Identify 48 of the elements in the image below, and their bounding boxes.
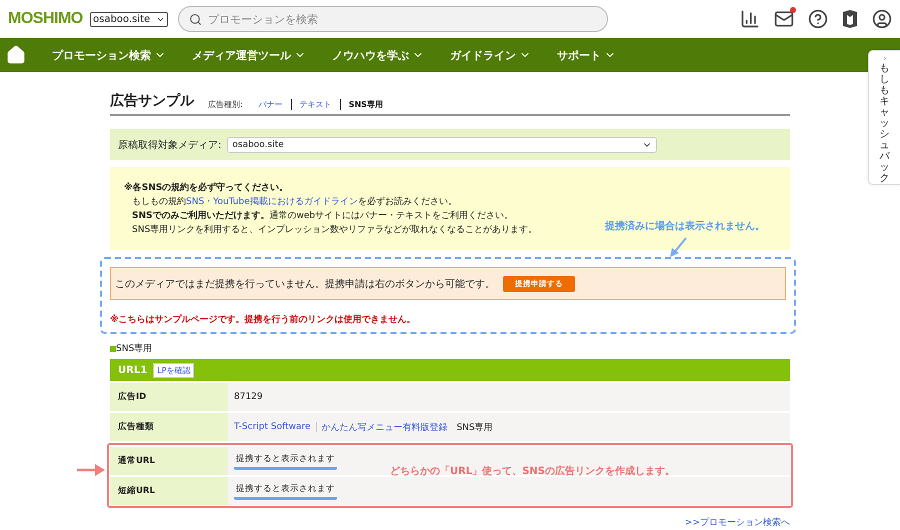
media-select[interactable]: osaboo.site [227, 136, 658, 152]
table-cell-text: SNS専用 [456, 422, 493, 434]
url-field: 提携すると表示されます [234, 482, 337, 500]
ad-link[interactable]: T-Script Software [234, 422, 311, 432]
lp-button[interactable]: LPを確認 [153, 362, 194, 378]
nav-item[interactable]: ノウハウを学ぶ [332, 48, 424, 62]
media-label: 原稿取得対象メディア: [118, 138, 222, 152]
notice-text: ※各SNSの規約を必ず守ってください。 [124, 181, 288, 194]
square-icon [110, 346, 116, 352]
home-icon[interactable] [6, 45, 26, 65]
bar-chart-icon[interactable] [740, 9, 760, 29]
nav-item[interactable]: サポート [557, 48, 616, 62]
help-icon[interactable] [808, 9, 828, 29]
site-select[interactable]: osaboo.site [90, 12, 168, 26]
row-label: 広告種類 [110, 413, 228, 441]
search-link[interactable]: >>プロモーション検索へ [684, 518, 790, 528]
search-field[interactable]: プロモーションを検索 [178, 6, 608, 32]
mail-icon[interactable] [774, 9, 794, 29]
ad-link[interactable]: かんたん写メニュー有料版登録 [322, 420, 448, 434]
logo[interactable]: MOSHIMO [8, 10, 80, 28]
shield-icon[interactable] [842, 9, 858, 29]
url-field: 提携すると表示されます [234, 452, 337, 470]
sample-warning: ※こちらはサンプルページです。提携を行う前のリンクは使用できません。 [110, 313, 417, 326]
url-title: URL1 [118, 364, 148, 376]
notice-text: SNS専用リンクを利用すると、インプレッション数やリファラなどが取れなくなることがあります。 [131, 223, 538, 236]
annotation-arrow [77, 464, 105, 476]
guideline-link[interactable]: SNS・YouTube掲載におけるガイドライン [186, 196, 358, 206]
partnership-message: このメディアではまだ提携を行っていません。提携申請は右のボタンから可能です。 [115, 278, 495, 290]
table-cell: 87129 [234, 392, 263, 402]
type-tab[interactable]: テキスト [290, 99, 340, 110]
row-label: 短縮URL [110, 477, 228, 505]
search-icon [189, 12, 202, 26]
nav-item[interactable]: プロモーション検索 [52, 48, 166, 62]
type-tab[interactable]: バナー [250, 99, 291, 110]
annotation-note: どちらかの「URL」使って、SNSの広告リンクを作成します。 [390, 464, 675, 478]
account-icon[interactable] [872, 9, 892, 29]
row-label: 通常URL [110, 447, 228, 475]
annotation-note: 提携済みに場合は表示されません。 [605, 219, 765, 233]
notice-text: もしもの規約SNS・YouTube掲載におけるガイドラインを必ずお読みください。 [131, 196, 457, 208]
page-title: 広告サンプル [110, 92, 194, 110]
nav-item[interactable]: メディア運営ツール [192, 48, 306, 62]
type-label: 広告種別: [208, 99, 243, 110]
notice-text: SNSでのみご利用いただけます。通常のwebサイトにはバナー・テキストをご利用ください。 [131, 209, 514, 222]
type-tab[interactable]: SNS専用 [340, 99, 391, 110]
nav-item[interactable]: ガイドライン [450, 48, 531, 62]
side-tab[interactable]: もしもキャッシュバック [868, 50, 900, 185]
row-label: 広告ID [110, 383, 228, 411]
section-label: SNS専用 [116, 342, 152, 355]
